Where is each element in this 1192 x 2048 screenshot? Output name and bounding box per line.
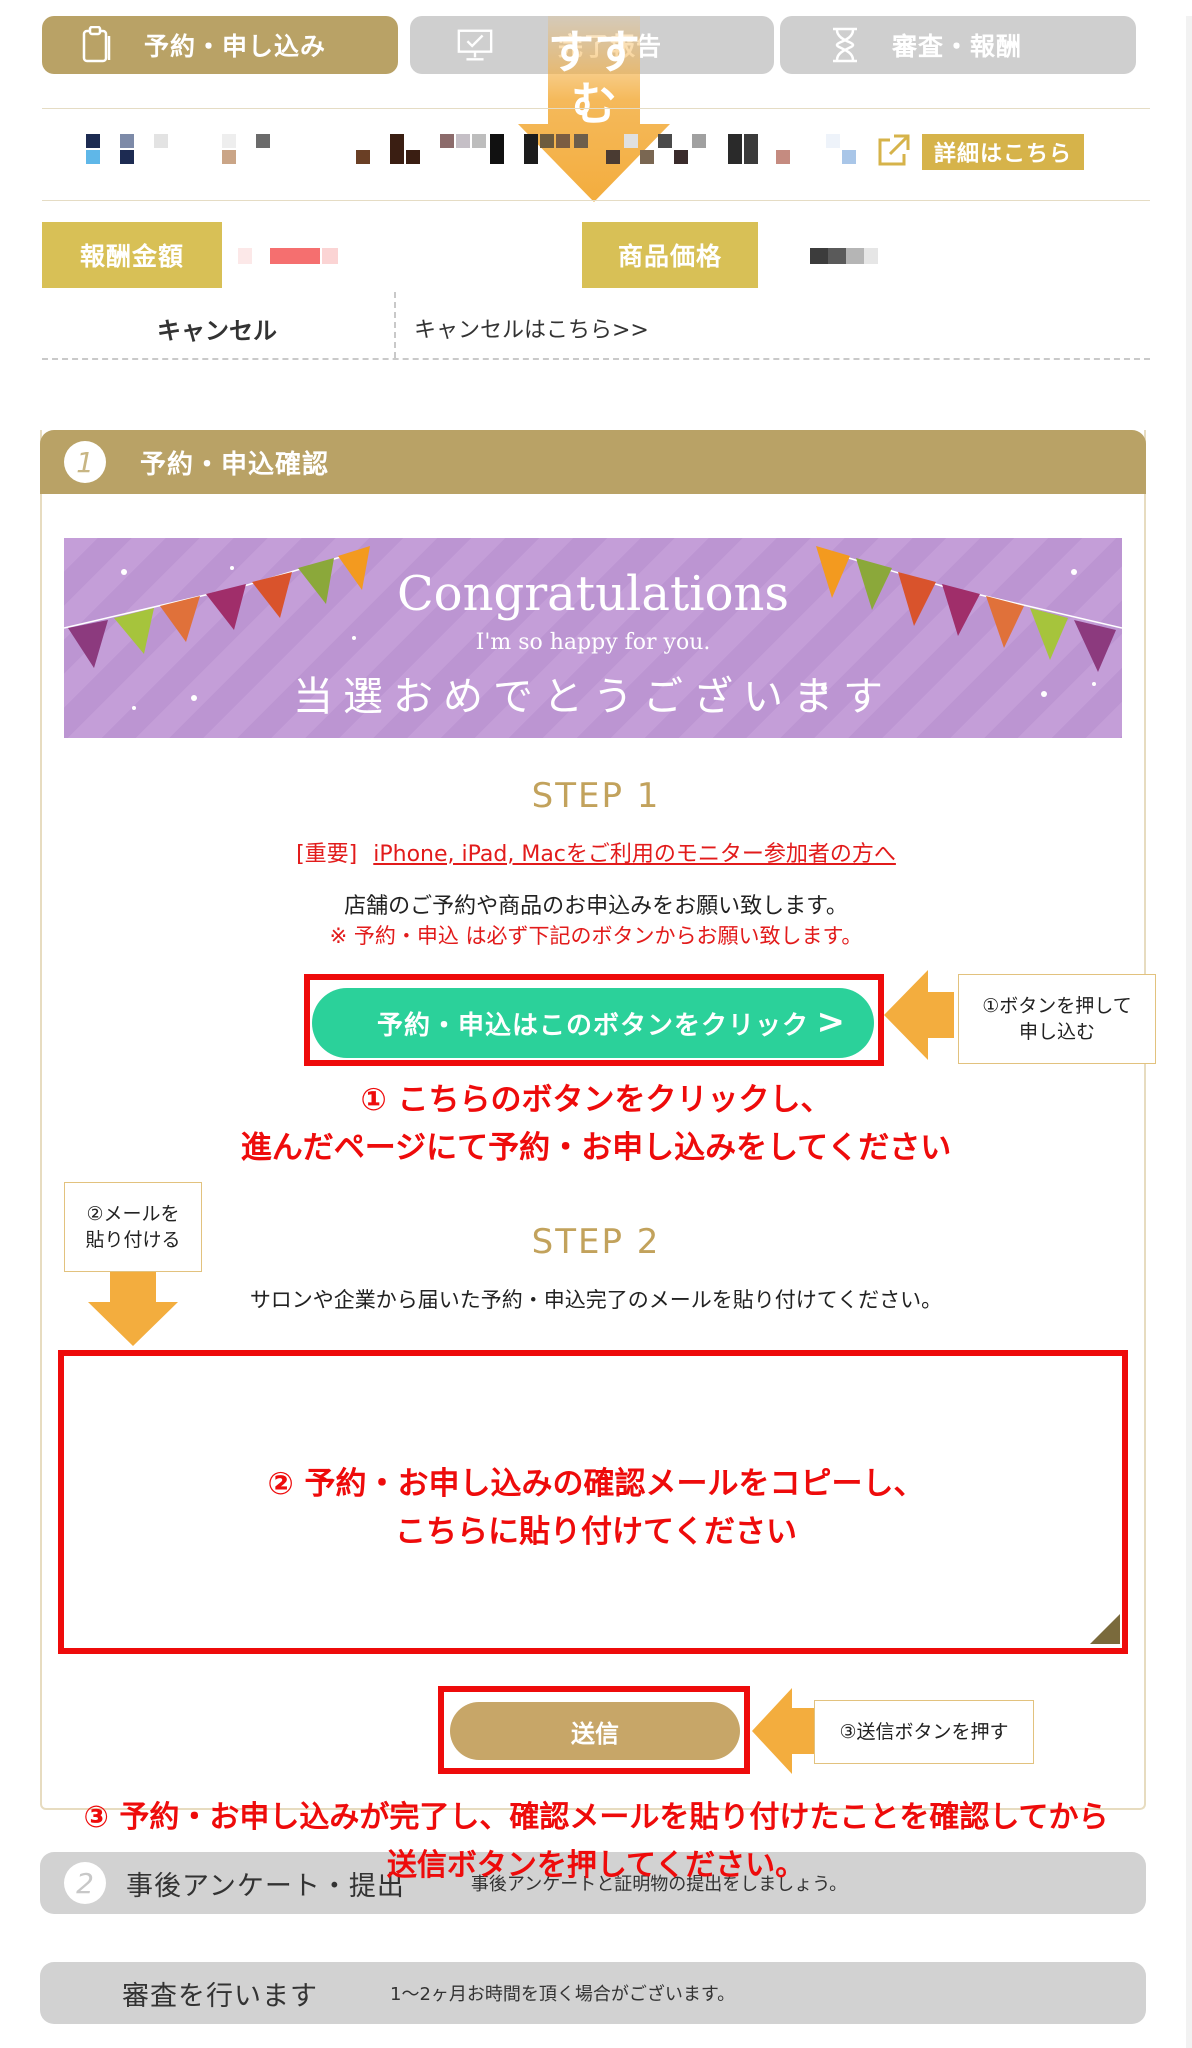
proceed-arrow-text: すすむ bbox=[548, 25, 640, 131]
instruction-line: ② 予約・お申し込みの確認メールをコピーし、 bbox=[267, 1466, 925, 1502]
section-3-header: 審査を行います 1～2ヶ月お時間を頂く場合がございます。 bbox=[40, 1962, 1146, 2024]
banner-title: Congratulations bbox=[396, 566, 790, 622]
chevron-right-icon: > bbox=[816, 1002, 846, 1042]
divider bbox=[394, 292, 396, 358]
tab-review-reward-label: 審査・報酬 bbox=[892, 32, 1023, 61]
send-instruction: ③ 予約・お申し込みが完了し、確認メールを貼り付けたことを確認してから 送信ボタ… bbox=[0, 1794, 1192, 1890]
reward-amount-label: 報酬金額 bbox=[42, 222, 222, 288]
section-3-subtitle: 1～2ヶ月お時間を頂く場合がございます。 bbox=[390, 1984, 736, 2005]
send-callout: ③送信ボタンを押す bbox=[814, 1700, 1034, 1764]
tab-reservation-label: 予約・申し込み bbox=[144, 32, 327, 61]
callout-line: 申し込む bbox=[1018, 1021, 1095, 1043]
cancel-label: キャンセル bbox=[157, 316, 277, 345]
resize-handle-icon[interactable] bbox=[1090, 1614, 1120, 1644]
tab-reservation[interactable]: 予約・申し込み bbox=[42, 16, 398, 74]
banner-subtitle: I'm so happy for you. bbox=[475, 630, 711, 655]
important-tag: [重要] bbox=[296, 842, 358, 867]
section-3-title: 審査を行います bbox=[122, 1980, 318, 2012]
instruction-line: 送信ボタンを押してください。 bbox=[386, 1848, 806, 1883]
divider bbox=[42, 200, 1150, 201]
divider bbox=[42, 108, 1150, 109]
reservation-button[interactable]: 予約・申込はこのボタンをクリック > bbox=[312, 988, 874, 1058]
left-arrow-icon bbox=[884, 970, 954, 1060]
reservation-button-label: 予約・申込はこのボタンをクリック bbox=[376, 1010, 809, 1041]
step-1-heading: STEP 1 bbox=[531, 776, 661, 816]
product-price-label: 商品価格 bbox=[582, 222, 758, 288]
step-1-callout: ①ボタンを押して 申し込む bbox=[958, 974, 1156, 1064]
monitor-icon bbox=[456, 26, 494, 64]
send-button[interactable]: 送信 bbox=[450, 1702, 740, 1760]
divider bbox=[42, 358, 1150, 360]
tab-review-reward[interactable]: 審査・報酬 bbox=[780, 16, 1136, 74]
important-notice-link[interactable]: iPhone, iPad, Macをご利用のモニター参加者の方へ bbox=[373, 842, 896, 867]
step-1-description: 店舗のご予約や商品のお申込みをお願い致します。 bbox=[344, 894, 848, 919]
instruction-line: ① こちらのボタンをクリックし、 bbox=[360, 1082, 832, 1118]
step-1-instruction: ① こちらのボタンをクリックし、 進んだページにて予約・お申し込みをしてください bbox=[0, 1076, 1192, 1172]
step-2-description: サロンや企業から届いた予約・申込完了のメールを貼り付けてください。 bbox=[249, 1288, 943, 1312]
instruction-line: こちらに貼り付けてください bbox=[394, 1514, 798, 1550]
hourglass-icon bbox=[826, 26, 864, 64]
section-1-title: 予約・申込確認 bbox=[140, 449, 330, 480]
clipboard-icon bbox=[78, 26, 116, 64]
step-2-heading: STEP 2 bbox=[531, 1222, 661, 1262]
step-number-badge: 1 bbox=[64, 441, 106, 483]
banner-japanese: 当選おめでとうございます bbox=[293, 674, 893, 720]
detail-button[interactable]: 詳細はこちら bbox=[922, 134, 1084, 170]
callout-line: ①ボタンを押して bbox=[982, 995, 1132, 1017]
section-1-header: 1 予約・申込確認 bbox=[40, 430, 1146, 494]
congratulations-banner: Congratulations I'm so happy for you. 当選… bbox=[64, 538, 1122, 738]
cancel-link[interactable]: キャンセルはこちら>> bbox=[414, 298, 649, 358]
step-1-note: ※ 予約・申込 は必ず下記のボタンからお願い致します。 bbox=[329, 924, 863, 948]
external-link-icon[interactable] bbox=[874, 132, 912, 170]
instruction-line: 進んだページにて予約・お申し込みをしてください bbox=[240, 1130, 952, 1166]
step-2-instruction: ② 予約・お申し込みの確認メールをコピーし、 こちらに貼り付けてください bbox=[0, 1460, 1192, 1556]
left-arrow-icon bbox=[752, 1688, 814, 1774]
page-edge-rule bbox=[1186, 16, 1192, 2048]
instruction-line: ③ 予約・お申し込みが完了し、確認メールを貼り付けたことを確認してから bbox=[83, 1800, 1109, 1835]
important-notice: [重要] iPhone, iPad, Macをご利用のモニター参加者の方へ bbox=[0, 836, 1192, 868]
